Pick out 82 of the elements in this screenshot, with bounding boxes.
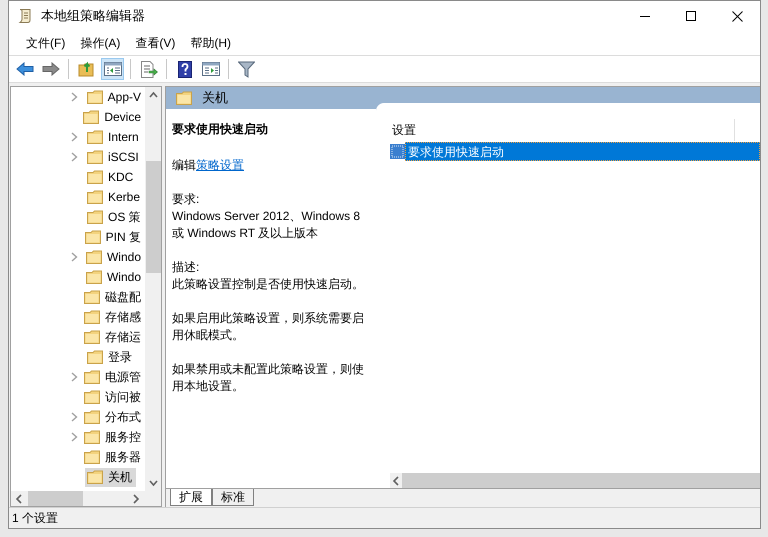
description-text: 如果禁用或未配置此策略设置，则使用本地设置。	[172, 361, 365, 395]
expand-chevron-icon[interactable]	[71, 372, 78, 382]
tree-item[interactable]: KDC	[85, 168, 138, 186]
expand-chevron-icon[interactable]	[71, 252, 78, 262]
menu-item[interactable]: 文件(F)	[19, 34, 72, 52]
help-icon	[178, 60, 192, 78]
tree-item[interactable]: 存储运	[82, 328, 145, 346]
scrollbar-thumb[interactable]	[146, 161, 160, 273]
folder-icon	[84, 370, 100, 384]
column-header[interactable]: 设置	[376, 119, 735, 141]
folder-icon	[84, 430, 100, 444]
folder-icon	[84, 310, 100, 324]
folder-icon	[87, 210, 103, 224]
folder-icon	[87, 190, 103, 204]
close-icon[interactable]	[732, 10, 742, 22]
scroll-icon	[17, 8, 33, 24]
tree-item[interactable]: Windo	[84, 268, 145, 286]
policy-title: 要求使用快速启动	[172, 121, 269, 138]
tree-item[interactable]: Device	[81, 108, 145, 126]
window-title: 本地组策略编辑器	[41, 7, 145, 26]
action-pane-icon	[202, 61, 220, 77]
tree-item[interactable]: 登录	[85, 348, 136, 366]
scrollbar-thumb[interactable]	[402, 473, 760, 488]
folder-up-icon	[78, 61, 95, 77]
tree-item[interactable]: 关机	[85, 468, 136, 486]
tree-item[interactable]: 服务控	[82, 428, 145, 446]
folder-icon	[84, 450, 100, 464]
tree-item[interactable]: Intern	[85, 128, 143, 146]
requirements-label: 要求:	[172, 191, 200, 208]
folder-icon	[83, 110, 100, 124]
description-text: 如果启用此策略设置，则系统需要启用休眠模式。	[172, 310, 365, 344]
policy-setting-icon	[390, 144, 405, 159]
status-text: 1 个设置	[12, 510, 58, 527]
back-arrow-icon	[16, 62, 34, 76]
view-tab[interactable]: 标准	[212, 489, 254, 506]
tree-item[interactable]: Windo	[84, 248, 145, 266]
export-list-icon	[140, 60, 158, 78]
tree-item[interactable]: App-V	[84, 88, 145, 106]
forward-arrow-icon	[42, 62, 60, 76]
folder-icon	[84, 290, 100, 304]
menu-item[interactable]: 操作(A)	[73, 34, 128, 52]
folder-icon	[86, 90, 103, 104]
view-tab[interactable]: 扩展	[170, 489, 212, 506]
folder-icon	[176, 91, 192, 105]
folder-icon	[87, 170, 103, 184]
folder-icon	[84, 230, 101, 244]
tree-item[interactable]: PIN 复	[82, 228, 145, 246]
policy-settings-link[interactable]: 策略设置	[196, 157, 244, 174]
tree-item[interactable]: Kerbe	[85, 188, 144, 206]
maximize-icon[interactable]	[686, 11, 696, 21]
folder-icon	[84, 330, 100, 344]
console-tree-icon	[104, 61, 122, 77]
folder-icon	[87, 470, 103, 484]
requirements-text: Windows Server 2012、Windows 8 或 Windows RT 及以上版本	[172, 208, 362, 242]
expand-chevron-icon[interactable]	[71, 92, 78, 102]
scroll-up-icon[interactable]	[148, 90, 158, 100]
scroll-left-icon[interactable]	[390, 476, 402, 486]
folder-icon	[87, 130, 103, 144]
tree-item[interactable]: 存储感	[82, 308, 145, 326]
folder-icon	[86, 270, 102, 284]
tree-item[interactable]: 访问被	[82, 388, 145, 406]
tree-item[interactable]: 分布式	[82, 408, 145, 426]
folder-icon	[86, 250, 102, 264]
edit-label: 编辑	[172, 157, 196, 174]
filter-icon	[238, 60, 255, 78]
folder-icon	[84, 410, 100, 424]
folder-icon	[84, 390, 100, 404]
tree-item[interactable]: OS 策	[85, 208, 145, 226]
scroll-right-icon[interactable]	[131, 494, 142, 504]
setting-row[interactable]: 要求使用快速启动	[405, 142, 760, 161]
folder-icon	[87, 150, 103, 164]
tree-item[interactable]: 电源管	[82, 368, 145, 386]
scroll-down-icon[interactable]	[148, 478, 158, 488]
menu-item[interactable]: 查看(V)	[128, 34, 182, 52]
tree-item[interactable]: 服务器	[82, 448, 145, 466]
description-label: 描述:	[172, 259, 200, 276]
tree-item[interactable]: iSCSI	[85, 148, 143, 166]
tree-item[interactable]: 磁盘配	[82, 288, 145, 306]
menu-item[interactable]: 帮助(H)	[183, 34, 238, 52]
folder-icon	[87, 350, 103, 364]
description-text: 此策略设置控制是否使用快速启动。	[172, 276, 365, 293]
scrollbar-thumb[interactable]	[28, 491, 83, 506]
